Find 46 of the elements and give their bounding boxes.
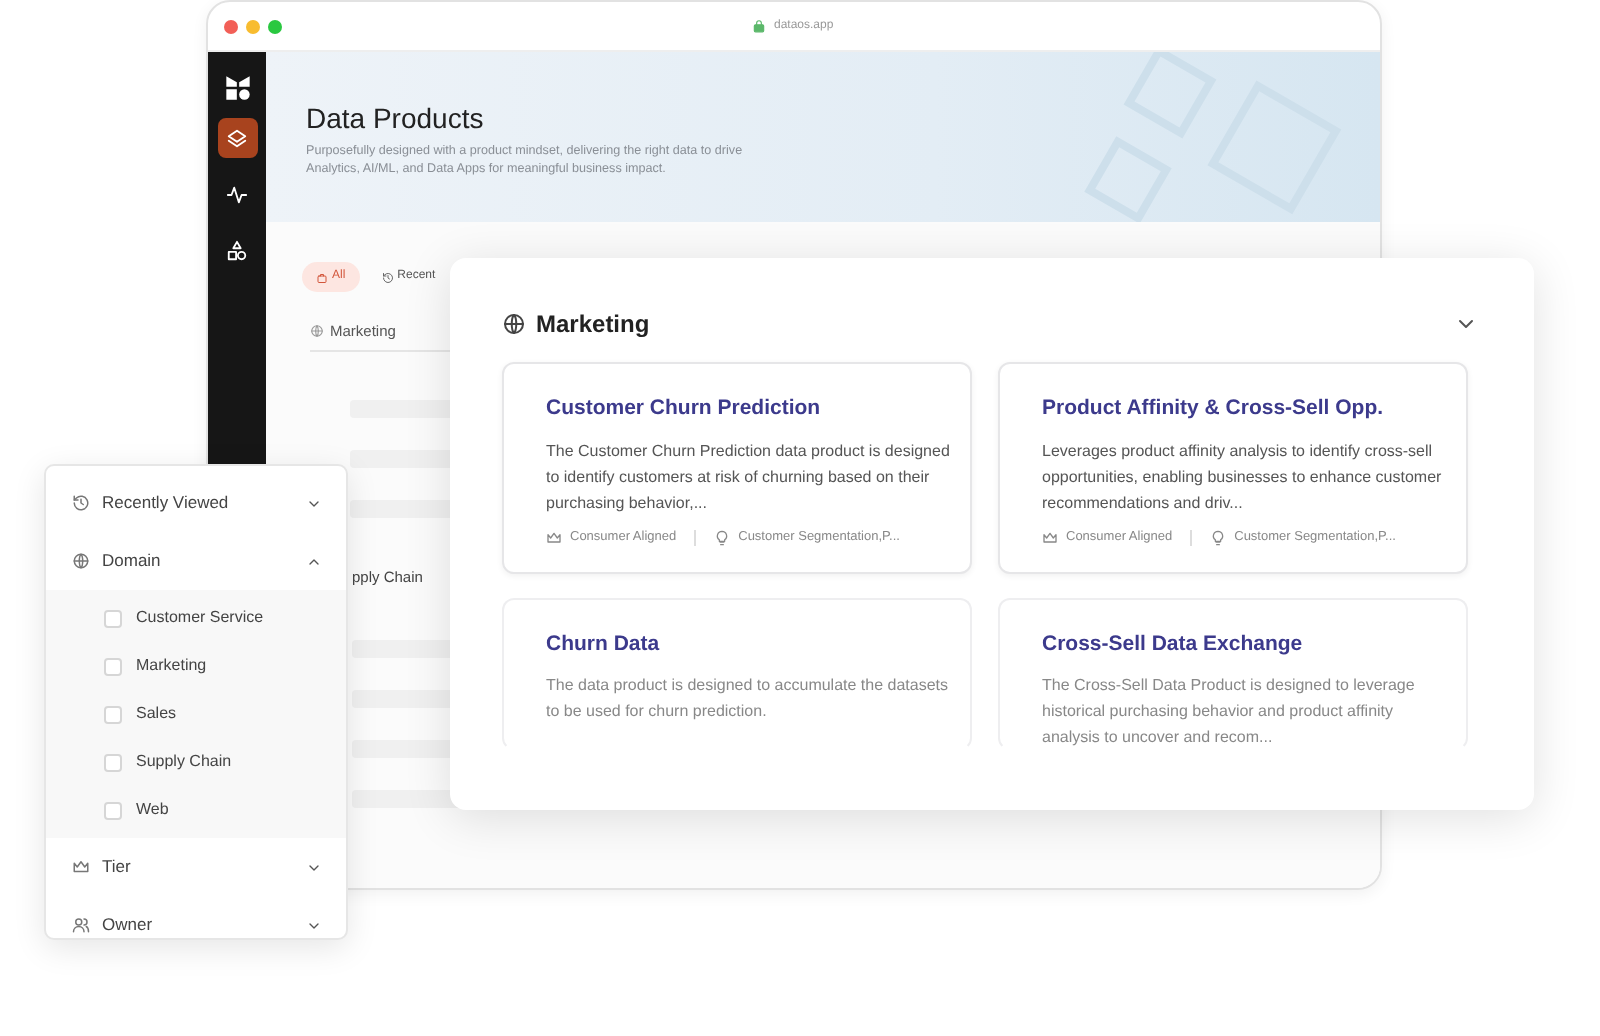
checkbox[interactable] bbox=[104, 753, 122, 771]
globe-icon bbox=[72, 552, 90, 570]
bag-icon bbox=[316, 271, 328, 283]
crown-icon bbox=[546, 529, 562, 546]
checkbox[interactable] bbox=[104, 801, 122, 819]
product-card[interactable] bbox=[502, 362, 972, 573]
card-title: Product Affinity & Cross-Sell Opp. bbox=[1042, 394, 1386, 424]
option-label: Sales bbox=[136, 702, 177, 726]
option-label: Customer Service bbox=[136, 606, 264, 630]
checkbox[interactable] bbox=[104, 609, 122, 627]
lock-icon bbox=[752, 18, 766, 34]
card-title: Customer Churn Prediction bbox=[546, 394, 823, 424]
card-description: The Cross-Sell Data Product is designed to leverage historical purchasing behavior and product affinity analysis to uncover and recom... bbox=[1042, 674, 1417, 751]
globe-icon bbox=[310, 324, 324, 339]
filter-section-toggle[interactable]: Domain bbox=[46, 532, 346, 590]
activity-icon bbox=[226, 183, 248, 205]
card-title: Churn Data bbox=[546, 629, 662, 659]
option-label: Marketing bbox=[136, 654, 207, 678]
filter-section-toggle[interactable]: Owner bbox=[46, 896, 346, 954]
product-card[interactable] bbox=[998, 362, 1468, 573]
panel-title: Marketing bbox=[536, 308, 652, 342]
sidebar-button[interactable] bbox=[217, 118, 257, 158]
product-card[interactable]: Cross-Sell Data Exchange The Cross-Sell Data Product is designed to leverage historical purchasing behavior and product affinity analysis to uncover and recom... bbox=[998, 597, 1468, 749]
lightbulb-icon bbox=[1210, 529, 1227, 546]
card-description: The Customer Churn Prediction data product is designed to identify customers at risk of churning based on their purchasing behavior,... bbox=[546, 439, 950, 516]
layers-icon bbox=[226, 127, 248, 149]
crown-icon bbox=[72, 858, 90, 876]
option-label: Web bbox=[136, 798, 169, 822]
filter-section-toggle[interactable]: Tier bbox=[46, 838, 346, 896]
checkbox[interactable] bbox=[104, 657, 122, 675]
card-title: Cross-Sell Data Exchange bbox=[1042, 629, 1305, 659]
users-icon bbox=[72, 916, 90, 934]
page-title: Data Products bbox=[306, 100, 486, 137]
lightbulb-icon bbox=[714, 529, 731, 546]
product-card[interactable]: Churn Data The data product is designed to accumulate the datasets to be used for churn prediction. bbox=[502, 597, 972, 749]
crown-icon bbox=[1042, 529, 1058, 546]
clock-icon bbox=[381, 271, 394, 283]
card-description: The data product is designed to accumulate the datasets to be used for churn prediction. bbox=[546, 674, 950, 725]
logo-icon bbox=[223, 74, 251, 102]
option-label: Supply Chain bbox=[136, 750, 232, 774]
history-icon bbox=[72, 494, 90, 512]
globe-icon bbox=[502, 312, 526, 336]
filter-section-toggle[interactable]: Recently Viewed bbox=[46, 474, 346, 532]
shapes-icon bbox=[226, 239, 248, 261]
card-description: Leverages product affinity analysis to identify cross-sell opportunities, enabling businesses to enhance customer recommendations and driv... bbox=[1042, 439, 1444, 516]
checkbox[interactable] bbox=[104, 705, 122, 723]
